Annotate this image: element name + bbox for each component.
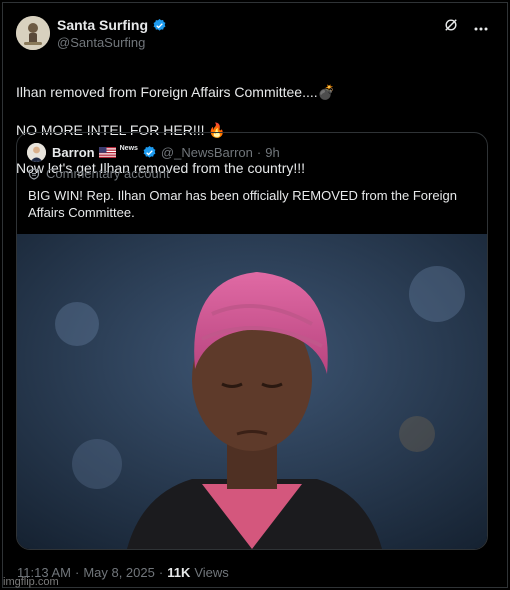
commentary-label: Commentary account [28,166,170,181]
quote-text: BIG WIN! Rep. Ilhan Omar has been offici… [28,188,457,220]
author-name-row: Santa Surfing [57,17,167,33]
quote-photo[interactable] [17,234,487,549]
author-name[interactable]: Santa Surfing [57,17,148,33]
tweet-text-line: Ilhan removed from Foreign Affairs Commi… [16,84,336,100]
watermark: imgflip.com [3,576,59,588]
grok-icon[interactable] [444,18,458,35]
separator-dot: · [256,145,262,160]
quote-time[interactable]: 9h [265,145,279,160]
quoted-tweet[interactable]: Barron News @_NewsBarron · 9h Commentary… [16,132,488,550]
quote-author-handle[interactable]: @_NewsBarron [161,145,253,160]
views-label: Views [194,565,229,580]
verified-badge-icon [153,18,166,31]
more-icon[interactable] [474,19,488,34]
quote-header: Barron News @_NewsBarron · 9h [52,145,280,160]
us-flag-icon [98,147,116,158]
author-handle[interactable]: @SantaSurfing [57,35,145,50]
views-count: 11K [167,565,191,580]
quote-author-avatar[interactable] [27,143,46,162]
news-badge: News [119,145,138,152]
separator-dot: · [74,565,80,580]
tweet-date[interactable]: May 8, 2025 [83,565,155,580]
commentary-text: Commentary account [46,166,170,181]
separator-dot: · [158,565,164,580]
author-avatar[interactable] [16,16,50,50]
quote-author-name[interactable]: Barron [52,145,95,160]
commentary-shield-icon [28,167,40,180]
verified-badge-icon [143,145,156,158]
tweet-actions [444,18,488,35]
